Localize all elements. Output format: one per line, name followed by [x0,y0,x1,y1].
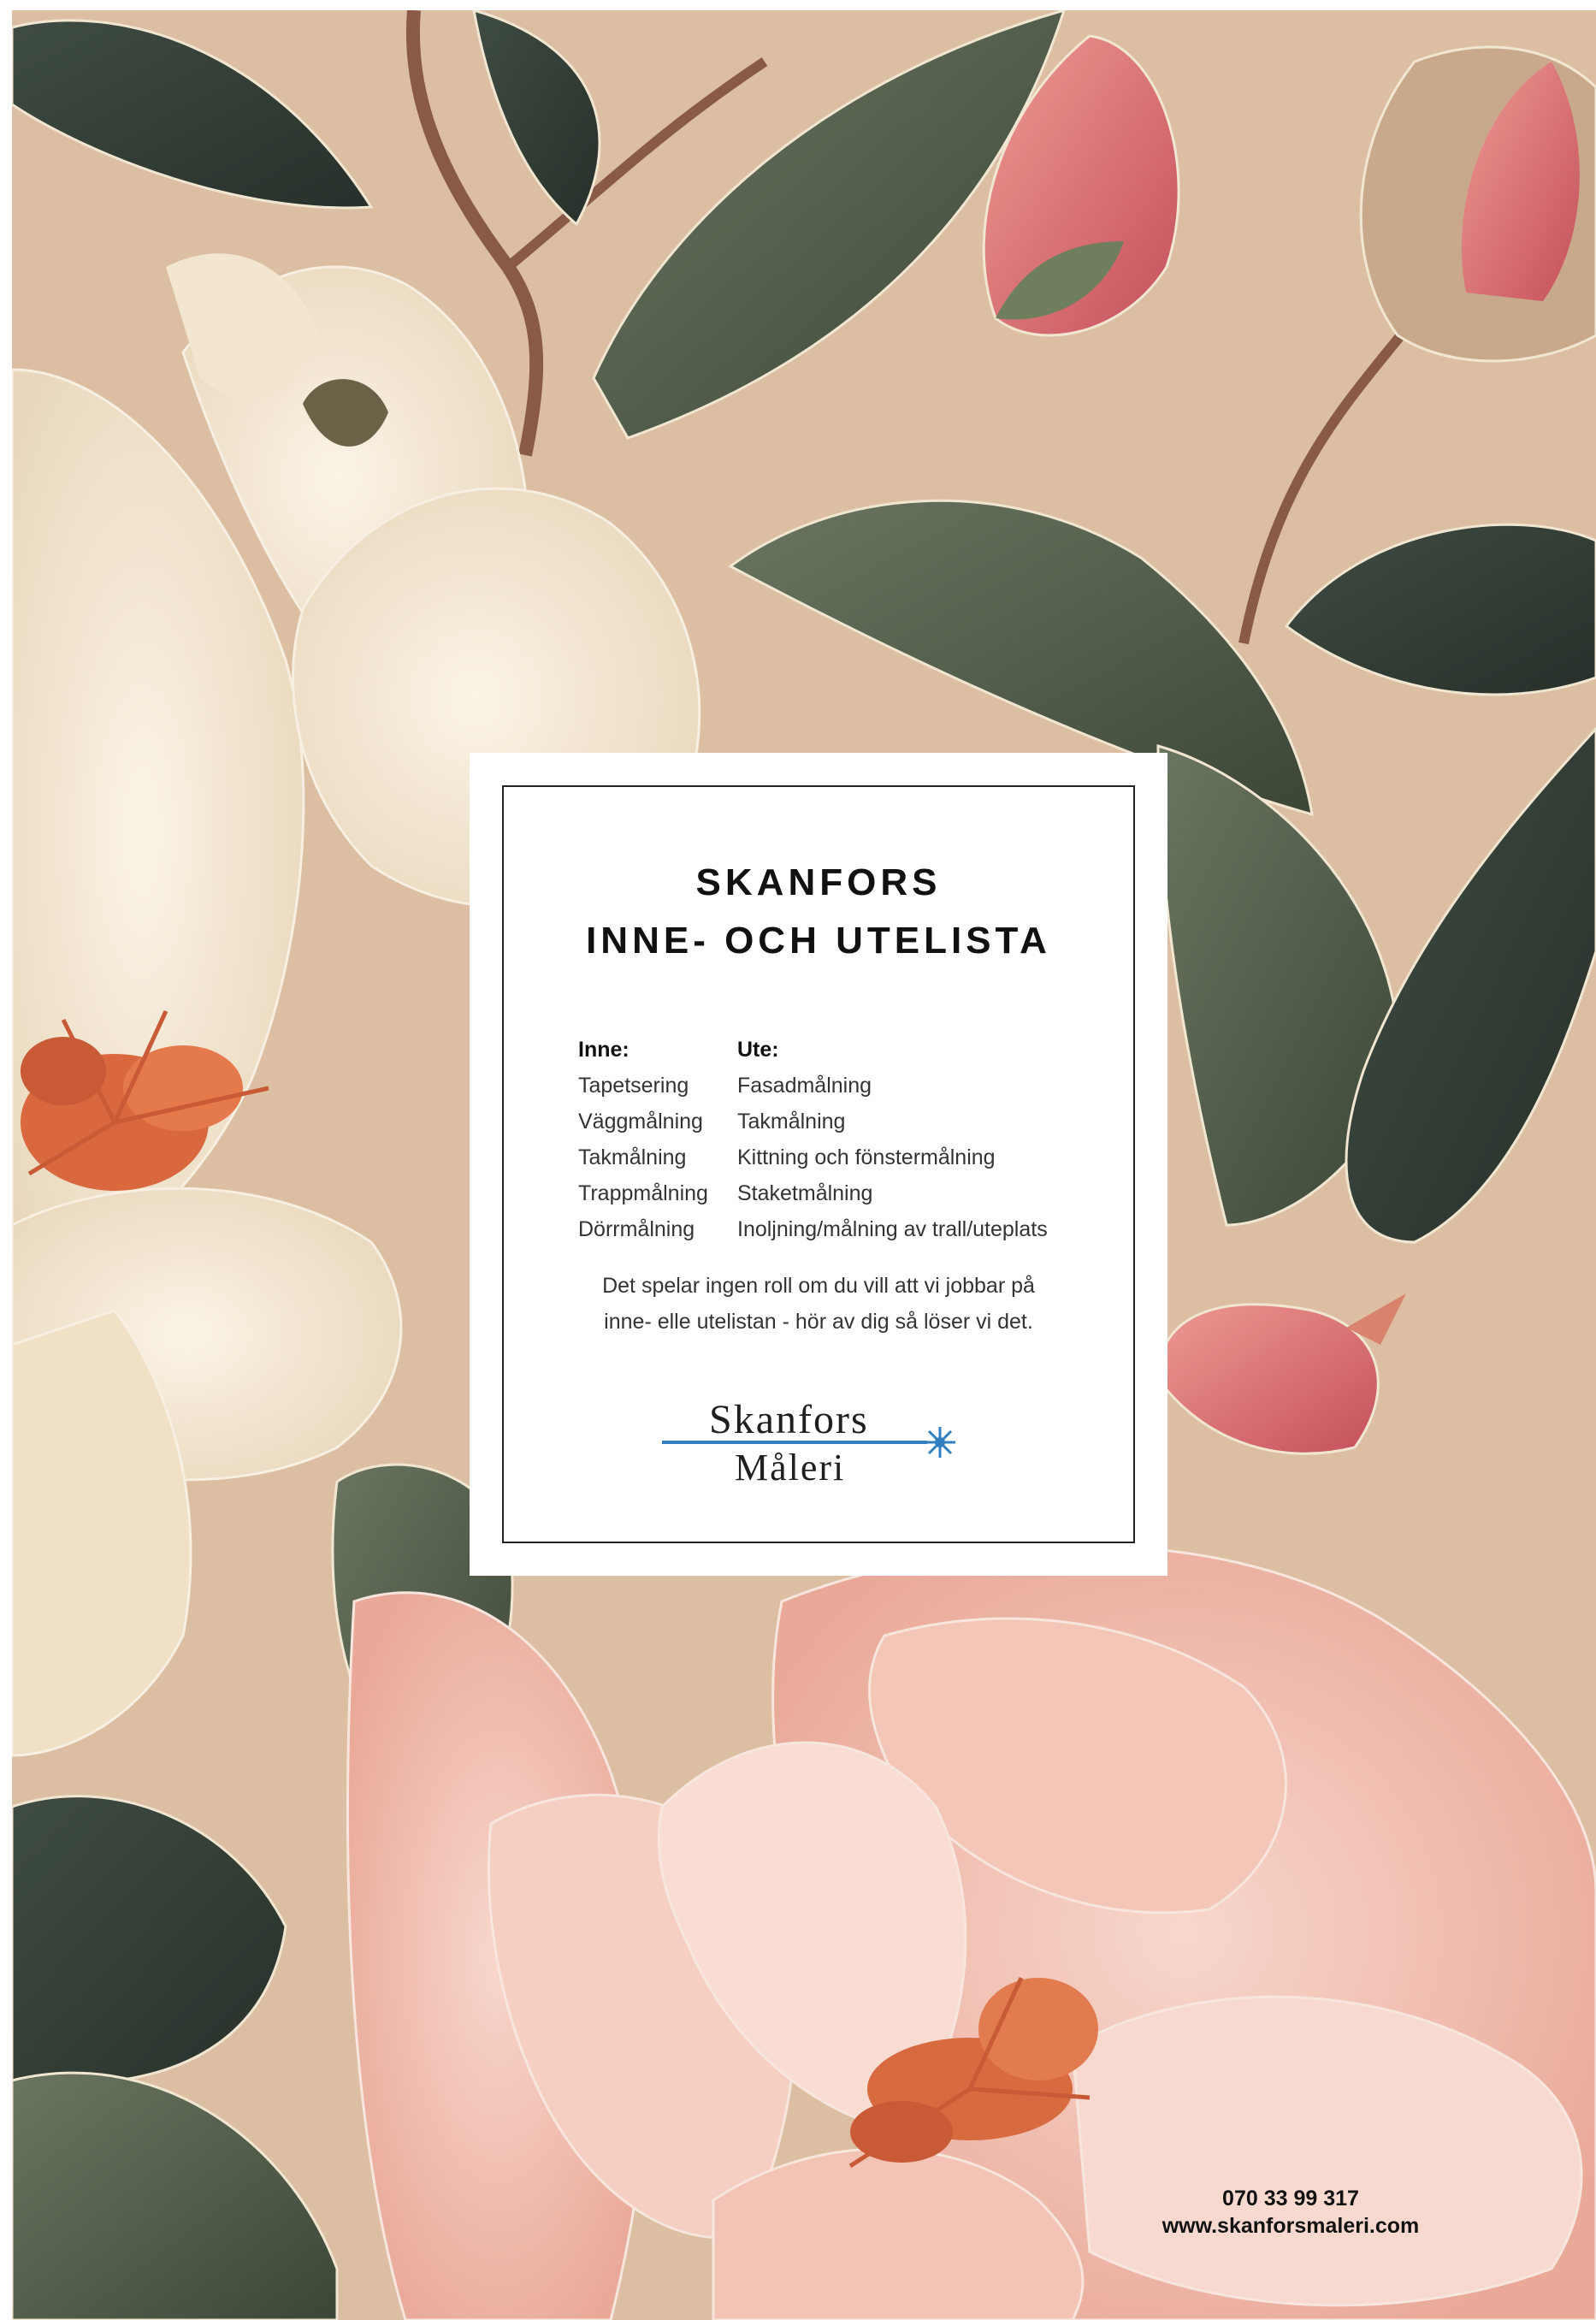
stamen-cluster [21,1037,243,1191]
title-line-2: INNE- OCH UTELISTA [586,920,1051,962]
leaf-shape [12,19,374,210]
list-item: Staketmålning [737,1181,873,1205]
logo-text-skanfors: Skanfors [709,1397,869,1442]
list-item: Trappmålning [578,1181,708,1205]
phone-number: 070 33 99 317 [1222,2187,1359,2211]
list-item: Takmålning [578,1145,687,1169]
card-title: SKANFORS INNE- OCH UTELISTA [504,854,1133,970]
skanfors-logo: Skanfors Måleri [662,1393,970,1495]
list-item: Inoljning/målning av trall/uteplats [737,1217,1048,1241]
list-item: Kittning och fönstermålning [737,1145,996,1169]
ute-list: Ute: Fasadmålning Takmålning Kittning oc… [737,1032,1048,1247]
service-card: SKANFORS INNE- OCH UTELISTA Inne: Tapets… [470,753,1167,1576]
card-note: Det spelar ingen roll om du vill att vi … [504,1268,1133,1340]
list-item: Tapetsering [578,1074,689,1098]
list-item: Takmålning [737,1110,846,1133]
list-item: Fasadmålning [737,1074,872,1098]
list-item: Dörrmålning [578,1217,695,1241]
floral-poster: SKANFORS INNE- OCH UTELISTA Inne: Tapets… [12,10,1596,2320]
website-link[interactable]: www.skanforsmaleri.com [1150,2212,1432,2240]
title-line-1: SKANFORS [695,861,942,903]
card-frame: SKANFORS INNE- OCH UTELISTA Inne: Tapets… [502,785,1135,1543]
logo-text-maleri: Måleri [735,1447,846,1488]
contact-info: 070 33 99 317 www.skanforsmaleri.com [1150,2185,1432,2240]
inne-list: Inne: Tapetsering Väggmålning Takmålning… [578,1032,708,1247]
ute-heading: Ute: [737,1038,779,1062]
inne-heading: Inne: [578,1038,630,1062]
list-item: Väggmålning [578,1110,703,1133]
note-line-1: Det spelar ingen roll om du vill att vi … [602,1274,1035,1298]
note-line-2: inne- elle utelistan - hör av dig så lös… [604,1310,1033,1334]
